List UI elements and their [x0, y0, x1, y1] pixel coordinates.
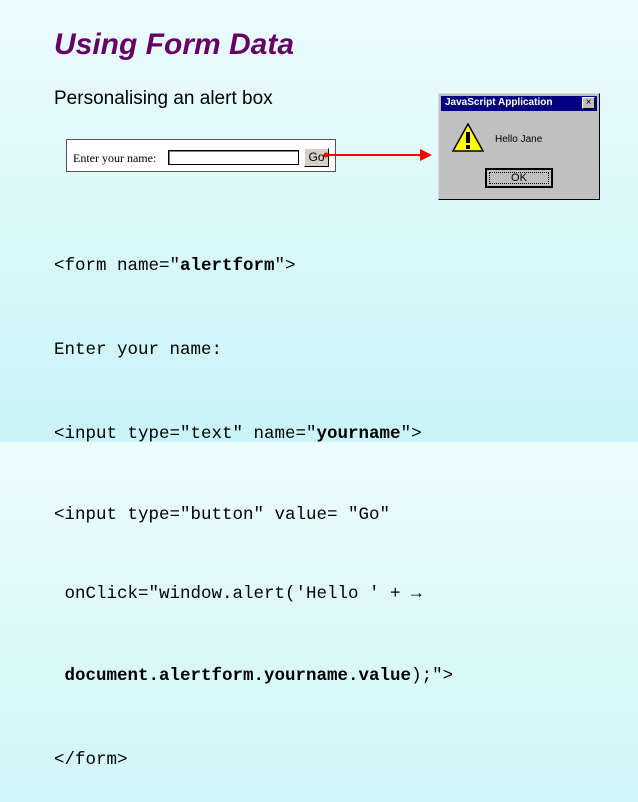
code-line-6: document.alertform.yourname.value);">	[54, 662, 454, 690]
code-bold: yourname	[316, 424, 401, 444]
ok-button[interactable]: OK	[485, 168, 553, 188]
red-arrow	[323, 149, 432, 161]
code-text: <input type="text" name="	[54, 424, 317, 444]
name-label: Enter your name:	[73, 151, 157, 165]
slide-subtitle: Personalising an alert box	[54, 88, 273, 109]
close-icon[interactable]: ×	[582, 97, 595, 109]
form-preview: Enter your name: Go	[66, 139, 336, 172]
code-block: <form name="alertform"> Enter your name:…	[54, 196, 453, 802]
code-line-3: <input type="text" name="yourname">	[54, 420, 453, 448]
warning-icon	[451, 122, 485, 152]
code-text: ">	[274, 256, 296, 276]
code-line-7: </form>	[54, 750, 128, 770]
dialog-message: Hello Jane	[495, 134, 543, 145]
alert-dialog: JavaScript Application × Hello Jane OK	[438, 93, 600, 200]
code-text: ">	[400, 424, 422, 444]
code-line-2: Enter your name:	[54, 340, 223, 360]
code-line-5: onClick="window.alert('Hello ' + →	[54, 584, 422, 604]
name-input[interactable]	[168, 150, 299, 165]
code-bold: document.alertform.yourname.value	[54, 666, 412, 686]
code-bold: alertform	[180, 256, 275, 276]
slide-title: Using Form Data	[54, 28, 295, 61]
code-line-1: <form name="alertform">	[54, 252, 453, 280]
dialog-title: JavaScript Application	[445, 97, 553, 108]
code-line-4: <input type="button" value= "Go"	[54, 505, 391, 525]
code-text: );">	[411, 666, 454, 686]
code-text: <form name="	[54, 256, 181, 276]
dialog-titlebar: JavaScript Application ×	[441, 96, 597, 111]
